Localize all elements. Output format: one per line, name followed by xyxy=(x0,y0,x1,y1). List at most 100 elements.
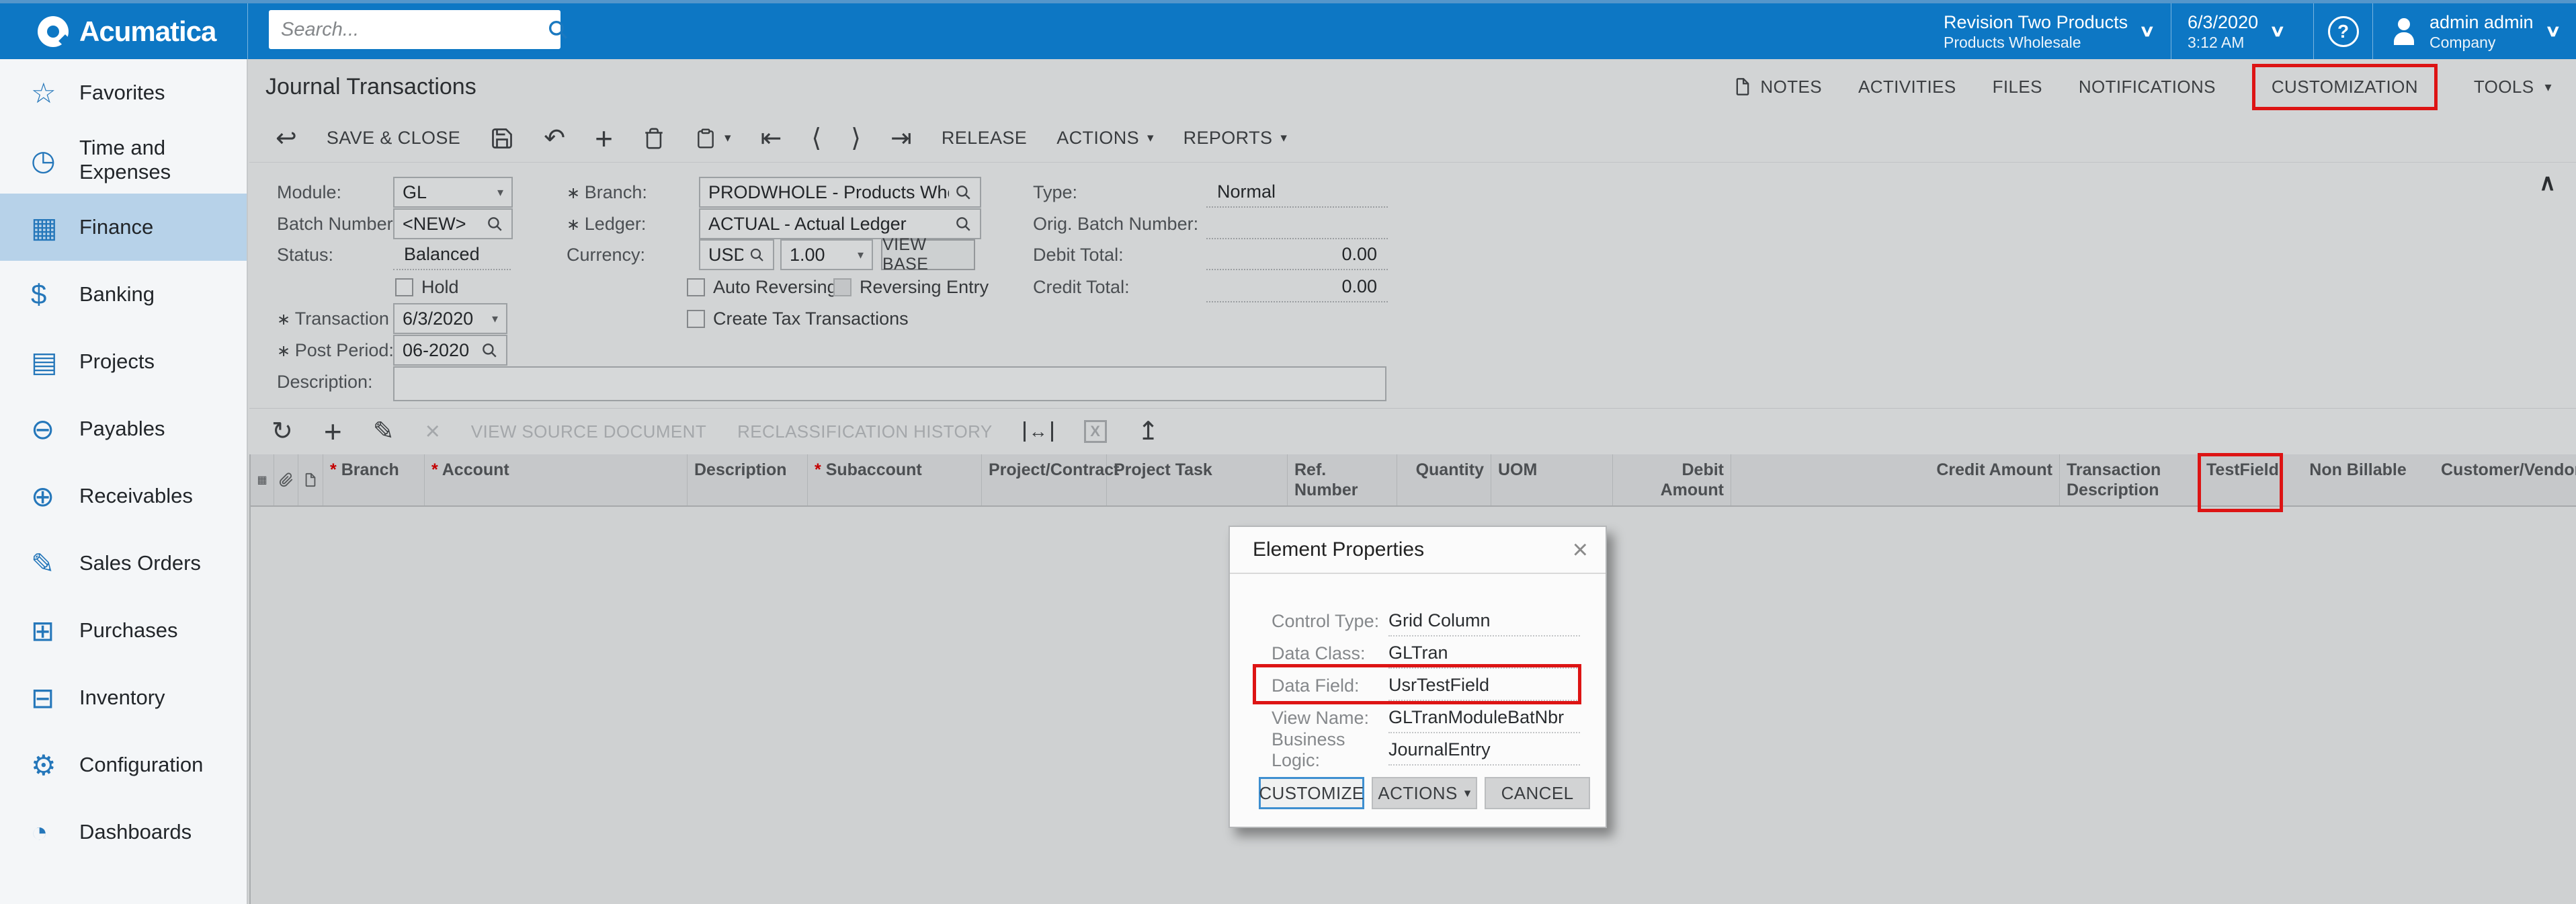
currency-rate-field[interactable]: 1.00▾ xyxy=(780,239,873,270)
grid-column-header[interactable]: Project/Contract xyxy=(982,454,1107,505)
next-record-icon: ⟩ xyxy=(851,126,861,151)
sidebar-item[interactable]: ◷ Time and Expenses xyxy=(0,126,247,194)
hold-checkbox[interactable]: Hold xyxy=(395,272,459,302)
go-previous-button[interactable]: ⟨ xyxy=(811,126,821,151)
checkbox-icon xyxy=(833,278,851,296)
grid-settings-icon[interactable]: ▦ xyxy=(251,454,274,505)
grid-column-header[interactable]: Quantity xyxy=(1397,454,1491,505)
grid-refresh-button[interactable]: ↻ xyxy=(272,419,293,444)
sidebar-item[interactable]: ◔ Dashboards xyxy=(0,798,247,866)
fit-to-screen-button[interactable]: ↔ xyxy=(1024,421,1053,442)
batch-number-field[interactable]: <NEW> xyxy=(393,208,513,239)
notifications-button[interactable]: NOTIFICATIONS xyxy=(2079,77,2216,97)
collapse-form-chevron[interactable]: ∧ xyxy=(2539,169,2556,196)
reports-menu-button[interactable]: REPORTS▾ xyxy=(1183,128,1287,149)
description-input[interactable] xyxy=(393,366,1386,401)
go-last-button[interactable]: ⇥ xyxy=(890,126,912,151)
release-button[interactable]: RELEASE xyxy=(942,128,1027,149)
grid-column-header[interactable]: Description xyxy=(688,454,808,505)
grid-toolbar: ↻ + ✎ × VIEW SOURCE DOCUMENT RECLASSIFIC… xyxy=(249,409,2576,454)
caret-down-icon: ▾ xyxy=(1464,786,1471,801)
grid-column-header[interactable]: Branch xyxy=(323,454,425,505)
sidebar-item[interactable]: ▦ Finance xyxy=(0,194,247,261)
property-value: UsrTestField xyxy=(1388,670,1580,701)
branch-field[interactable]: PRODWHOLE - Products Wholesale xyxy=(699,177,981,208)
truck-icon: ⊟ xyxy=(31,682,79,714)
grid-column-header[interactable]: Ref. Number xyxy=(1288,454,1397,505)
files-button[interactable]: FILES xyxy=(1993,77,2042,97)
sidebar-item-label: Receivables xyxy=(79,484,193,508)
customize-button[interactable]: CUSTOMIZE xyxy=(1259,777,1364,809)
add-new-button[interactable]: + xyxy=(595,126,613,151)
grid-column-header[interactable]: Project Task xyxy=(1107,454,1288,505)
view-base-button[interactable]: VIEW BASE xyxy=(881,239,975,270)
undo-button[interactable]: ↶ xyxy=(544,126,565,151)
sidebar-item-label: Configuration xyxy=(79,753,203,777)
grid-column-header[interactable]: Transaction Description xyxy=(2060,454,2200,505)
close-icon[interactable]: × xyxy=(1573,536,1588,563)
sidebar-item[interactable]: ⊟ Inventory xyxy=(0,664,247,731)
grid-edit-row-button[interactable]: ✎ xyxy=(373,419,394,444)
sidebar-item[interactable]: $ Banking xyxy=(0,261,247,328)
grid-column-header[interactable]: Credit Amount xyxy=(1731,454,2060,505)
grid-column-label: Branch xyxy=(341,460,399,479)
save-and-close-button[interactable]: SAVE & CLOSE xyxy=(327,128,460,149)
grid-column-header[interactable]: Subaccount xyxy=(808,454,982,505)
cancel-button[interactable]: CANCEL xyxy=(1485,777,1590,809)
excel-export-icon: X xyxy=(1084,420,1107,443)
date-time-selector[interactable]: 6/3/2020 3:12 AM ∨ xyxy=(2171,3,2313,59)
refresh-icon: ↻ xyxy=(272,419,293,444)
save-button[interactable] xyxy=(490,126,514,151)
sidebar-item-label: Favorites xyxy=(79,81,165,105)
chevron-down-icon: ∨ xyxy=(2544,22,2561,41)
sidebar-item[interactable]: ⊞ Purchases xyxy=(0,597,247,664)
module-select[interactable]: GL▾ xyxy=(393,177,513,208)
grid-column-header[interactable]: TestField xyxy=(2200,454,2282,505)
search-icon[interactable] xyxy=(546,18,569,41)
actions-menu-button[interactable]: ACTIONS▾ xyxy=(1056,128,1153,149)
sidebar-item[interactable]: ⚙ Configuration xyxy=(0,731,247,798)
grid-column-header[interactable]: Customer/Vendor xyxy=(2434,454,2576,505)
user-menu[interactable]: admin admin Company ∨ xyxy=(2372,3,2576,59)
post-period-field[interactable]: 06-2020 xyxy=(393,335,507,366)
record-toolbar: ↩ SAVE & CLOSE ↶ + ▾ ⇤ ⟨ ⟩ ⇥ RELEASE ACT… xyxy=(249,114,2576,163)
global-search[interactable] xyxy=(269,10,560,49)
sidebar-item[interactable]: ▤ Projects xyxy=(0,328,247,395)
sidebar-item[interactable]: ⊕ Receivables xyxy=(0,462,247,530)
status-value: Balanced xyxy=(393,239,511,270)
back-button[interactable]: ↩ xyxy=(276,126,297,151)
sidebar-item[interactable]: ✎ Sales Orders xyxy=(0,530,247,597)
load-records-button[interactable]: ↥ xyxy=(1138,419,1159,444)
transaction-date-field[interactable]: 6/3/2020▾ xyxy=(393,303,507,334)
create-tax-transactions-checkbox[interactable]: Create Tax Transactions xyxy=(687,303,909,334)
currency-code-field[interactable]: USD xyxy=(699,239,774,270)
help-button[interactable]: ? xyxy=(2313,3,2372,59)
dialog-actions-button[interactable]: ACTIONS▾ xyxy=(1372,777,1477,809)
sidebar-item[interactable]: ☆ Favorites xyxy=(0,59,247,126)
logo[interactable]: Acumatica xyxy=(0,3,248,59)
go-first-button[interactable]: ⇤ xyxy=(761,126,782,151)
grid-column-header[interactable]: UOM xyxy=(1491,454,1613,505)
tools-menu-button[interactable]: TOOLS▾ xyxy=(2474,77,2552,97)
dialog-buttons: CUSTOMIZE ACTIONS▾ CANCEL xyxy=(1259,777,1590,809)
grid-column-header[interactable]: Account xyxy=(425,454,688,505)
sidebar-item[interactable]: ⊖ Payables xyxy=(0,395,247,462)
grid-column-header[interactable]: Non Billable xyxy=(2282,454,2434,505)
activities-button[interactable]: ACTIVITIES xyxy=(1858,77,1956,97)
delete-button[interactable] xyxy=(642,126,665,151)
calculator-icon: ▦ xyxy=(31,211,79,244)
customization-button[interactable]: CUSTOMIZATION xyxy=(2272,77,2418,97)
customization-highlight-box: CUSTOMIZATION xyxy=(2252,64,2438,110)
notes-button[interactable]: NOTES xyxy=(1733,77,1822,97)
auto-reversing-checkbox[interactable]: Auto Reversing xyxy=(687,272,837,302)
company-selector[interactable]: Revision Two Products Products Wholesale… xyxy=(1927,3,2171,59)
grid-add-row-button[interactable]: + xyxy=(324,419,342,444)
description-label: Description: xyxy=(277,366,373,397)
search-input[interactable] xyxy=(269,10,546,49)
business-date: 6/3/2020 xyxy=(2188,11,2258,34)
grid-column-header[interactable]: Debit Amount xyxy=(1613,454,1731,505)
copy-paste-button[interactable]: ▾ xyxy=(695,126,731,151)
type-value: Normal xyxy=(1206,177,1388,208)
dialog-title: Element Properties xyxy=(1253,538,1424,561)
go-next-button[interactable]: ⟩ xyxy=(851,126,861,151)
